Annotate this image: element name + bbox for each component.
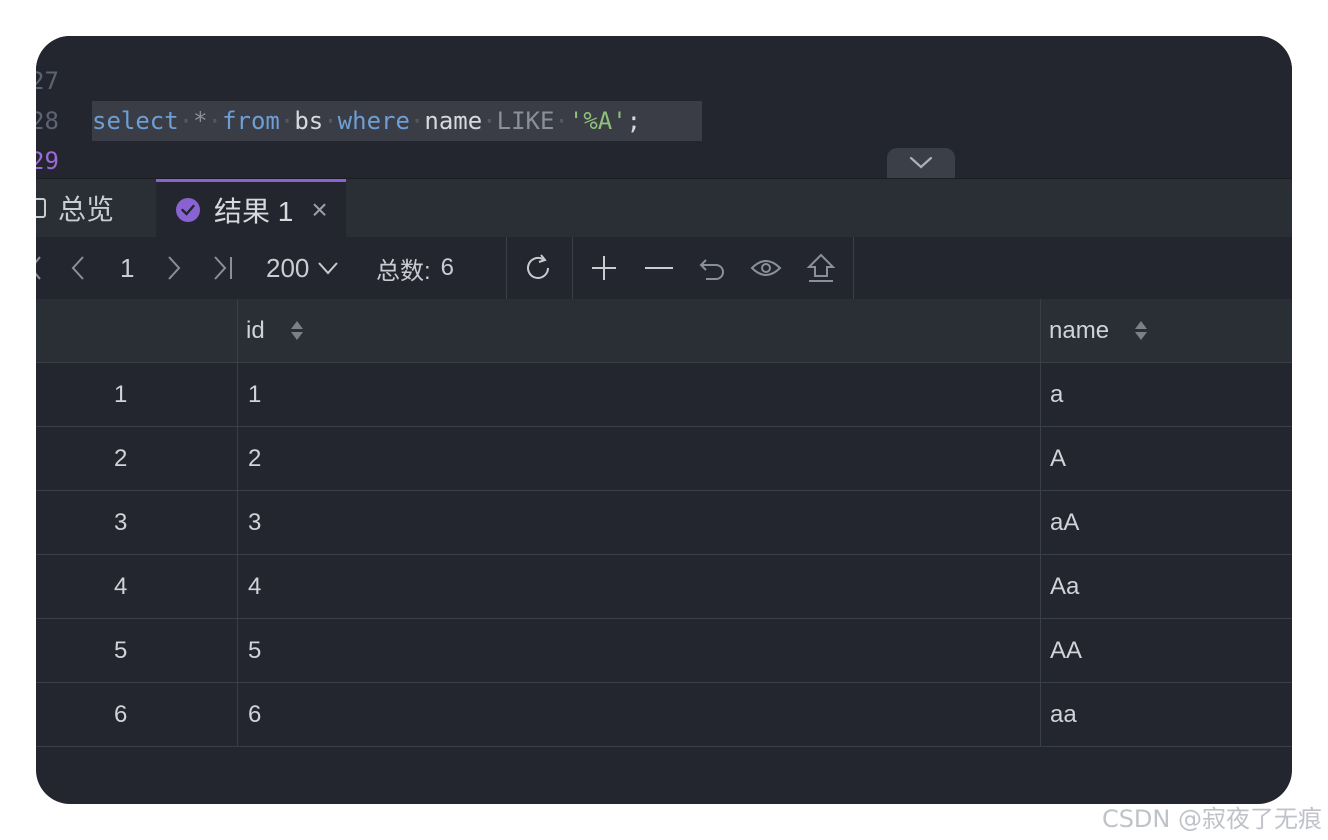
overview-icon <box>36 198 46 218</box>
cell-name[interactable]: AA <box>1050 619 1082 682</box>
table-row[interactable]: 5 5 AA <box>36 619 1292 683</box>
tab-overview-label: 总览 <box>58 194 115 225</box>
close-icon[interactable]: × <box>311 194 327 226</box>
watermark: CSDN @寂夜了无痕 <box>1101 805 1322 833</box>
cell-name[interactable]: Aa <box>1050 555 1079 618</box>
code-table: bs <box>294 107 324 135</box>
page-size-select[interactable]: 200 <box>266 237 339 299</box>
code-semicolon: ; <box>626 107 642 135</box>
delete-row-icon[interactable] <box>643 237 675 299</box>
cell-id[interactable]: 1 <box>248 363 261 426</box>
prev-page-icon[interactable] <box>70 237 86 299</box>
cell-name[interactable]: aa <box>1050 683 1077 746</box>
code-star: * <box>193 107 208 135</box>
cell-name[interactable]: A <box>1050 427 1066 490</box>
sort-icon[interactable] <box>290 321 303 340</box>
chevron-down-icon <box>318 262 339 275</box>
keyword-from: from <box>222 107 280 135</box>
total-count: 总数: 6 <box>376 237 454 299</box>
add-row-icon[interactable] <box>590 237 618 299</box>
code-pattern: '%A' <box>568 107 627 135</box>
row-index: 3 <box>114 508 128 536</box>
cell-id[interactable]: 6 <box>248 683 261 746</box>
total-value: 6 <box>440 254 455 281</box>
eye-icon[interactable] <box>750 237 782 299</box>
table-row[interactable]: 1 1 a <box>36 363 1292 427</box>
column-header-name[interactable]: name <box>1049 299 1148 362</box>
page-number: 1 <box>120 252 135 283</box>
row-index: 2 <box>114 444 128 472</box>
table-row[interactable]: 6 6 aa <box>36 683 1292 747</box>
row-index: 4 <box>114 572 128 600</box>
table-row[interactable]: 2 2 A <box>36 427 1292 491</box>
row-index: 1 <box>114 380 128 408</box>
cell-id[interactable]: 5 <box>248 619 261 682</box>
line-number: 6 <box>36 36 45 58</box>
line-number: 28 <box>36 107 59 135</box>
collapse-panel-handle[interactable] <box>887 148 955 178</box>
keyword-where: where <box>337 107 410 135</box>
row-index: 6 <box>114 700 128 728</box>
next-page-icon[interactable] <box>166 237 182 299</box>
table-row[interactable]: 4 4 Aa <box>36 555 1292 619</box>
keyword-select: select <box>92 107 179 135</box>
code-column: name <box>424 107 483 135</box>
cell-id[interactable]: 2 <box>248 427 261 490</box>
cell-id[interactable]: 4 <box>248 555 261 618</box>
page-size-value: 200 <box>266 252 310 283</box>
refresh-icon[interactable] <box>523 237 553 299</box>
tab-overview[interactable]: 总览 <box>36 179 114 237</box>
code-line-selected[interactable]: select·*·from·bs·where·name·LIKE·'%A'; <box>92 101 702 141</box>
check-circle-icon <box>176 197 200 222</box>
row-index: 5 <box>114 636 128 664</box>
total-label: 总数: <box>376 257 431 285</box>
cell-name[interactable]: a <box>1050 363 1063 426</box>
export-icon[interactable] <box>806 237 836 299</box>
app-window: 6 27 28 29 select·*·from·bs·where·name·L… <box>36 36 1292 804</box>
column-header-label: id <box>246 316 265 344</box>
tab-result-label: 结果 1 <box>214 195 294 227</box>
cell-name[interactable]: aA <box>1050 491 1079 554</box>
column-divider <box>1040 299 1041 747</box>
result-tabbar: 总览 结果 1 × <box>36 178 1292 238</box>
tab-result-1[interactable]: 结果 1 × <box>156 179 346 237</box>
table-row[interactable]: 3 3 aA <box>36 491 1292 555</box>
result-toolbar: 1 200 总数: 6 <box>36 237 1292 300</box>
line-number: 27 <box>36 67 59 95</box>
first-page-icon[interactable] <box>36 237 42 299</box>
chevron-down-icon <box>909 156 933 169</box>
column-header-id[interactable]: id <box>246 299 303 362</box>
last-page-icon[interactable] <box>212 237 234 299</box>
table-header-row: id name <box>36 299 1292 363</box>
keyword-like: LIKE <box>496 107 555 135</box>
column-divider <box>237 299 238 747</box>
line-number-active: 29 <box>36 147 59 175</box>
column-header-label: name <box>1049 316 1110 344</box>
cell-id[interactable]: 3 <box>248 491 261 554</box>
undo-icon[interactable] <box>698 237 726 299</box>
sort-icon[interactable] <box>1135 321 1148 340</box>
sql-editor[interactable]: 6 27 28 29 select·*·from·bs·where·name·L… <box>36 36 1292 178</box>
